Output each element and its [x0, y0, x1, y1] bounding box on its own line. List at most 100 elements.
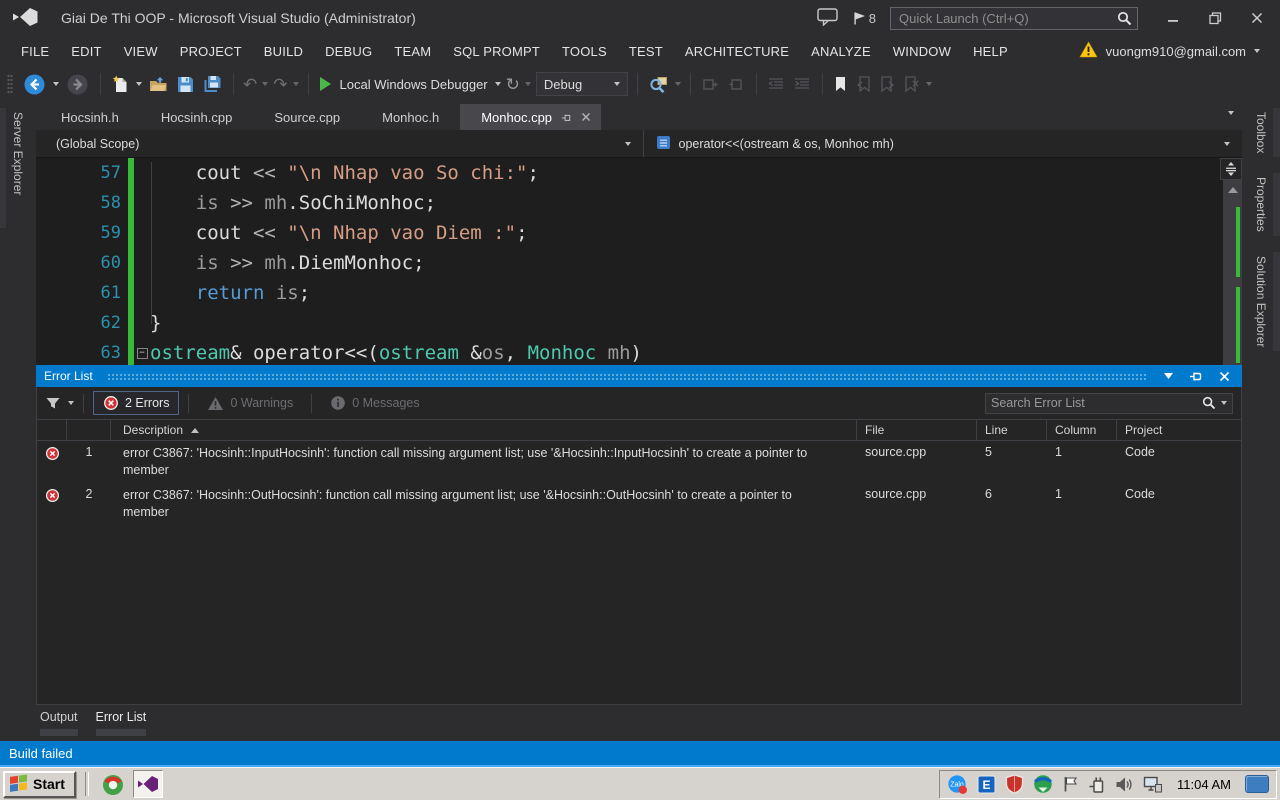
save-all-button[interactable] — [201, 74, 224, 94]
navigate-forward-button[interactable] — [64, 72, 91, 97]
sidebar-tab-server-explorer[interactable]: Server Explorer — [9, 108, 27, 199]
menu-item-team[interactable]: TEAM — [383, 44, 442, 59]
menu-item-project[interactable]: PROJECT — [169, 44, 253, 59]
code-line[interactable]: 60 is >> mh.DiemMonhoc; — [36, 248, 1242, 278]
menu-item-help[interactable]: HELP — [962, 44, 1019, 59]
find-in-files-button[interactable] — [647, 75, 670, 94]
code-line[interactable]: 57 cout << "\n Nhap vao So chi:"; — [36, 158, 1242, 188]
fold-collapse-icon[interactable]: − — [137, 348, 148, 359]
editor-vertical-scrollbar[interactable] — [1223, 180, 1242, 365]
uncomment-button[interactable] — [726, 76, 747, 93]
tab-overflow-dropdown[interactable] — [1228, 111, 1234, 115]
power-plug-icon[interactable] — [1088, 775, 1106, 794]
menu-item-edit[interactable]: EDIT — [60, 44, 112, 59]
decrease-indent-button[interactable] — [766, 76, 787, 92]
header-severity-column[interactable] — [37, 420, 67, 440]
menu-item-file[interactable]: FILE — [10, 44, 60, 59]
member-dropdown[interactable]: operator<<(ostream & os, Monhoc mh) — [644, 130, 1243, 157]
code-line[interactable]: 61 return is; — [36, 278, 1242, 308]
alert-warning-icon[interactable] — [1079, 41, 1098, 61]
taskbar-clock[interactable]: 11:04 AM — [1177, 777, 1231, 792]
find-dropdown[interactable] — [675, 82, 681, 86]
sidebar-tab-toolbox[interactable]: Toolbox — [1252, 108, 1270, 157]
menu-item-architecture[interactable]: ARCHITECTURE — [674, 44, 800, 59]
header-description-column[interactable]: Description — [111, 420, 857, 440]
error-list-title-bar[interactable]: Error List — [36, 365, 1242, 387]
debug-target-dropdown[interactable] — [495, 82, 501, 86]
code-line[interactable]: 58 is >> mh.SoChiMonhoc; — [36, 188, 1242, 218]
code-editor[interactable]: 57 cout << "\n Nhap vao So chi:";58 is >… — [36, 158, 1242, 365]
filter-icon[interactable] — [45, 396, 61, 410]
tab-monhoc.h[interactable]: Monhoc.h — [361, 104, 460, 130]
quick-launch[interactable] — [890, 7, 1138, 30]
redo-button[interactable]: ↷ — [273, 76, 287, 93]
tab-error-list[interactable]: Error List — [94, 710, 149, 741]
e-app-tray-icon[interactable]: E — [977, 775, 996, 794]
header-column-column[interactable]: Column — [1047, 420, 1117, 440]
clear-bookmarks-button[interactable] — [902, 75, 921, 93]
increase-indent-button[interactable] — [792, 76, 813, 92]
new-file-dropdown[interactable] — [136, 82, 142, 86]
code-line[interactable]: 59 cout << "\n Nhap vao Diem :"; — [36, 218, 1242, 248]
menu-item-tools[interactable]: TOOLS — [551, 44, 618, 59]
restore-button[interactable] — [1202, 7, 1228, 29]
bookmark-dropdown[interactable] — [926, 82, 932, 86]
error-list-search[interactable] — [985, 393, 1233, 414]
menu-item-analyze[interactable]: ANALYZE — [800, 44, 882, 59]
code-line[interactable]: 62} — [36, 308, 1242, 338]
tab-output[interactable]: Output — [38, 710, 80, 741]
filter-dropdown-icon[interactable] — [68, 401, 74, 405]
tab-monhoc.cpp[interactable]: Monhoc.cpp — [460, 104, 601, 130]
undo-dropdown[interactable] — [262, 82, 268, 86]
menu-item-test[interactable]: TEST — [618, 44, 674, 59]
zalo-tray-icon[interactable]: Zalo — [947, 774, 968, 795]
visual-studio-taskbar-button[interactable] — [133, 770, 163, 798]
save-button[interactable] — [175, 75, 196, 94]
account-email[interactable]: vuongm910@gmail.com — [1106, 44, 1246, 59]
panel-pin-icon[interactable] — [1185, 369, 1207, 383]
security-shield-tray-icon[interactable] — [1005, 774, 1024, 794]
messages-filter-button[interactable]: 0 Messages — [321, 392, 428, 414]
open-file-button[interactable] — [147, 75, 170, 94]
start-debug-button[interactable]: Local Windows Debugger — [318, 76, 490, 93]
refresh-dropdown[interactable] — [525, 82, 531, 86]
action-center-flag-icon[interactable] — [1062, 775, 1079, 793]
error-row[interactable]: 1error C3867: 'Hocsinh::InputHocsinh': f… — [37, 441, 1241, 483]
start-button[interactable]: Start — [3, 771, 76, 798]
comment-button[interactable] — [700, 76, 721, 93]
menu-item-sql-prompt[interactable]: SQL PROMPT — [442, 44, 551, 59]
menu-item-view[interactable]: VIEW — [113, 44, 169, 59]
menu-item-window[interactable]: WINDOW — [882, 44, 962, 59]
volume-speaker-icon[interactable] — [1115, 776, 1134, 793]
next-bookmark-button[interactable] — [878, 75, 897, 93]
scope-dropdown[interactable]: (Global Scope) — [36, 130, 644, 157]
header-file-column[interactable]: File — [857, 420, 977, 440]
minimize-button[interactable] — [1160, 7, 1186, 29]
header-order-column[interactable] — [67, 420, 111, 440]
panel-position-dropdown-icon[interactable] — [1160, 373, 1177, 379]
menu-item-debug[interactable]: DEBUG — [314, 44, 383, 59]
tab-hocsinh.h[interactable]: Hocsinh.h — [40, 104, 140, 130]
previous-bookmark-button[interactable] — [854, 75, 873, 93]
sidebar-tab-properties[interactable]: Properties — [1252, 173, 1270, 236]
notifications-flag[interactable]: 8 — [852, 11, 876, 26]
refresh-button[interactable]: ↻ — [506, 76, 520, 93]
header-line-column[interactable]: Line — [977, 420, 1047, 440]
quick-launch-input[interactable] — [890, 7, 1138, 30]
close-tab-icon[interactable] — [581, 112, 591, 122]
scrollbar-up-arrow-icon[interactable] — [1228, 187, 1238, 193]
header-project-column[interactable]: Project — [1117, 420, 1241, 440]
warnings-filter-button[interactable]: 0 Warnings — [198, 393, 302, 414]
feedback-icon[interactable] — [817, 7, 838, 29]
navigate-backward-dropdown[interactable] — [53, 82, 59, 86]
undo-button[interactable]: ↶ — [243, 76, 257, 93]
pin-icon[interactable] — [561, 112, 572, 123]
idm-globe-tray-icon[interactable] — [1033, 774, 1053, 794]
error-row[interactable]: 2error C3867: 'Hocsinh::OutHocsinh': fun… — [37, 483, 1241, 525]
new-file-button[interactable] — [110, 74, 131, 94]
toolbar-grip[interactable] — [7, 74, 13, 94]
account-dropdown-icon[interactable] — [1254, 49, 1260, 53]
redo-dropdown[interactable] — [293, 82, 299, 86]
solution-configuration-combobox[interactable]: Debug — [536, 72, 628, 96]
menu-item-build[interactable]: BUILD — [253, 44, 314, 59]
